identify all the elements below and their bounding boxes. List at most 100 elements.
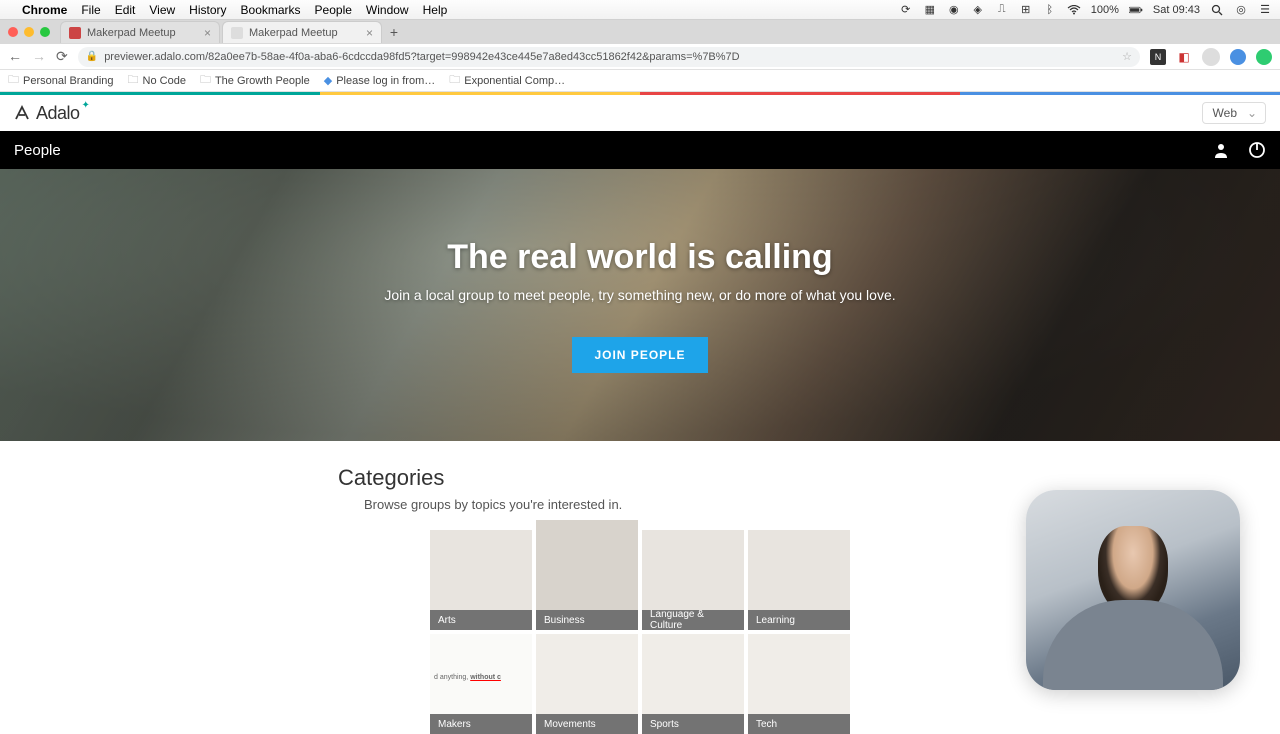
adalo-accent-stripe [0,92,1280,95]
folder-icon: 🗀 [200,71,211,90]
bookmarks-bar: 🗀 Personal Branding 🗀No Code 🗀 The Growth … [0,70,1280,92]
url-text: previewer.adalo.com/82a0ee7b-58ae-4f0a-a… [104,51,739,63]
tab-close-icon[interactable]: × [204,26,211,40]
bookmark-label: Personal Branding [23,75,114,87]
bookmark-folder[interactable]: 🗀Exponential Comp… [449,71,565,90]
logout-icon[interactable] [1248,141,1266,159]
bookmark-star-icon[interactable]: ☆ [1122,50,1132,63]
window-controls[interactable] [8,27,50,37]
category-card-arts[interactable]: Arts [430,530,532,630]
status-icon[interactable]: ◉ [947,3,961,17]
bookmark-label: The Growth People [215,75,310,87]
category-card-makers[interactable]: d anything, without c Makers [430,634,532,734]
browser-toolbar: ← → ⟳ 🔒 previewer.adalo.com/82a0ee7b-58a… [0,44,1280,70]
bookmark-label: Please log in from… [336,75,435,87]
tab-close-icon[interactable]: × [366,26,373,40]
webcam-overlay [1026,490,1240,690]
category-label: Learning [748,610,850,630]
status-icon[interactable]: ◈ [971,3,985,17]
category-card-sports[interactable]: Sports [642,634,744,734]
nav-back-icon[interactable]: ← [8,48,22,65]
category-label: Movements [536,714,638,734]
device-selector[interactable]: Web [1202,102,1266,124]
status-icon[interactable]: ▦ [923,3,937,17]
adalo-accent-dot-icon: ✦ [82,100,90,111]
adalo-logo[interactable]: Adalo ✦ [14,103,93,124]
menubar-history[interactable]: History [189,3,226,17]
category-image: d anything, without c [430,634,532,714]
macos-menubar: Chrome File Edit View History Bookmarks … [0,0,1280,20]
window-close-icon[interactable] [8,27,18,37]
bookmark-folder[interactable]: 🗀 The Growth People [200,71,310,90]
categories-subheading: Browse groups by topics you're intereste… [364,497,858,512]
siri-icon[interactable]: ◎ [1234,3,1248,17]
category-card-learning[interactable]: Learning [748,530,850,630]
new-tab-button[interactable]: + [384,22,404,42]
extension-icon[interactable] [1230,49,1246,65]
wifi-icon[interactable] [1067,3,1081,17]
menubar-clock[interactable]: Sat 09:43 [1153,4,1200,16]
categories-heading: Categories [338,465,858,491]
battery-percent: 100% [1091,4,1119,16]
bookmark-folder[interactable]: 🗀 Personal Branding [8,71,114,90]
tab-title: Makerpad Meetup [249,27,338,39]
nav-forward-icon[interactable]: → [32,48,46,65]
category-card-tech[interactable]: Tech [748,634,850,734]
status-icon[interactable]: ⟳ [899,3,913,17]
spotlight-icon[interactable] [1210,3,1224,17]
menubar-help[interactable]: Help [423,3,448,17]
menubar-window[interactable]: Window [366,3,409,17]
extension-icon[interactable]: ◧ [1176,49,1192,65]
profile-icon[interactable] [1212,141,1230,159]
nav-reload-icon[interactable]: ⟳ [56,48,68,65]
status-icon[interactable]: ⎍ [995,3,1009,17]
menubar-people[interactable]: People [315,3,352,17]
menubar-view[interactable]: View [149,3,175,17]
hero-heading: The real world is calling [384,238,895,277]
menubar-bookmarks[interactable]: Bookmarks [241,3,301,17]
extension-icon[interactable] [1256,49,1272,65]
category-label: Arts [430,610,532,630]
control-center-icon[interactable]: ☰ [1258,3,1272,17]
category-label: Tech [748,714,850,734]
category-label: Language & Culture [642,610,744,630]
category-label: Sports [642,714,744,734]
browser-tab-active[interactable]: Makerpad Meetup × [222,21,382,43]
menubar-edit[interactable]: Edit [115,3,136,17]
lock-icon: 🔒 [86,51,98,62]
menubar-app[interactable]: Chrome [22,3,67,17]
folder-icon: 🗀 [449,71,460,90]
tab-favicon [69,27,81,39]
adalo-brand-text: Adalo [36,103,80,124]
status-icon[interactable]: ⊞ [1019,3,1033,17]
browser-tabstrip: Makerpad Meetup × Makerpad Meetup × + [0,20,1280,44]
device-selector-value: Web [1213,106,1237,120]
extension-icon[interactable]: N [1150,49,1166,65]
join-button[interactable]: JOIN PEOPLE [572,337,707,373]
browser-tab[interactable]: Makerpad Meetup × [60,21,220,43]
adalo-topbar: Adalo ✦ Web [0,95,1280,131]
menubar-file[interactable]: File [81,3,100,17]
bookmark-folder[interactable]: 🗀No Code [128,71,186,90]
bookmark-item[interactable]: ◆ Please log in from… [324,74,436,87]
url-bar[interactable]: 🔒 previewer.adalo.com/82a0ee7b-58ae-4f0a… [78,47,1140,67]
category-card-language-culture[interactable]: Language & Culture [642,530,744,630]
adalo-logo-icon [14,105,30,121]
category-card-business[interactable]: Business [536,530,638,630]
category-image [748,634,850,714]
hero-section: The real world is calling Join a local g… [0,169,1280,441]
category-card-movements[interactable]: Movements [536,634,638,734]
battery-icon[interactable] [1129,3,1143,17]
favicon-icon: ◆ [324,74,332,87]
app-title: People [14,142,61,159]
category-label: Makers [430,714,532,734]
category-image [642,634,744,714]
tab-favicon [231,27,243,39]
window-minimize-icon[interactable] [24,27,34,37]
profile-avatar-icon[interactable] [1202,48,1220,66]
category-image [642,530,744,610]
category-label: Business [536,610,638,630]
folder-icon: 🗀 [8,71,19,90]
window-maximize-icon[interactable] [40,27,50,37]
bluetooth-icon[interactable]: ᛒ [1043,3,1057,17]
